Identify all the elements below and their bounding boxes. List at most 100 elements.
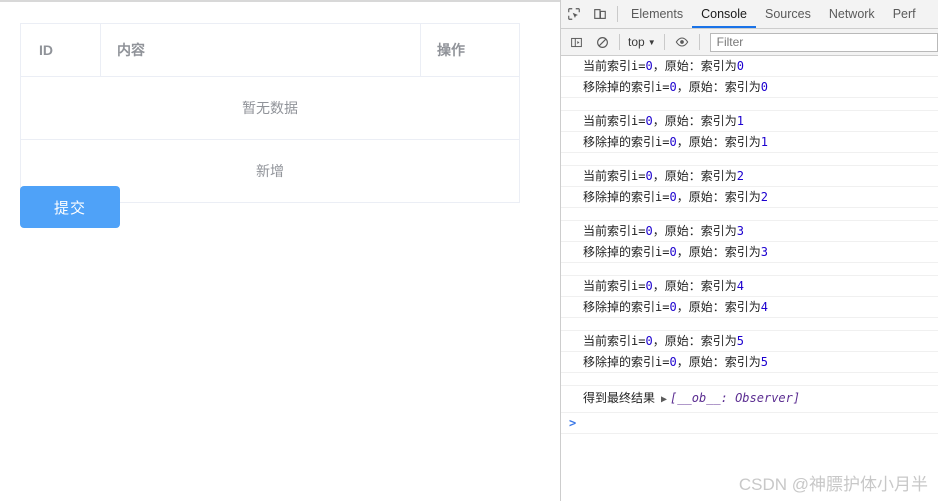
console-log-line: 当前索引i=0，原始：索引为1	[561, 111, 938, 132]
tab-console[interactable]: Console	[692, 0, 756, 28]
table-header-row: ID 内容 操作	[20, 23, 520, 77]
device-toolbar-icon[interactable]	[587, 1, 613, 27]
console-final-result-line: 得到最终结果 ▶ [__ob__: Observer]	[561, 386, 938, 413]
log-text: 移除掉的索引i=	[583, 300, 670, 314]
console-prompt-caret-icon: >	[569, 416, 577, 430]
log-text: ，原始：索引为	[676, 135, 761, 149]
console-log-spacer	[561, 208, 938, 221]
log-text: 当前索引i=	[583, 59, 646, 73]
console-log-line: 当前索引i=0，原始：索引为2	[561, 166, 938, 187]
tab-performance[interactable]: Perf	[884, 0, 925, 28]
log-index-value: 0	[645, 334, 653, 348]
log-text: 当前索引i=	[583, 169, 646, 183]
log-text: ，原始：索引为	[652, 59, 737, 73]
web-page-pane: ID 内容 操作 暂无数据 新增 提交	[0, 0, 560, 501]
log-text: ，原始：索引为	[676, 190, 761, 204]
log-origin-value: 5	[760, 355, 768, 369]
live-expression-eye-icon[interactable]	[669, 29, 695, 55]
log-origin-value: 2	[760, 190, 768, 204]
tab-network[interactable]: Network	[820, 0, 884, 28]
execution-context-label: top	[628, 35, 645, 49]
console-log-line: 移除掉的索引i=0，原始：索引为2	[561, 187, 938, 208]
toolbar-divider-3	[698, 34, 700, 50]
log-index-value: 0	[669, 355, 677, 369]
console-log-line: 移除掉的索引i=0，原始：索引为0	[561, 77, 938, 98]
log-index-value: 0	[669, 300, 677, 314]
toolbar-divider-2	[663, 34, 665, 50]
log-origin-value: 1	[736, 114, 744, 128]
devtools-tabbar: Elements Console Sources Network Perf	[561, 0, 938, 29]
console-log-line: 移除掉的索引i=0，原始：索引为5	[561, 352, 938, 373]
log-text: 移除掉的索引i=	[583, 190, 670, 204]
log-index-value: 0	[669, 80, 677, 94]
log-text: ，原始：索引为	[652, 169, 737, 183]
inspect-element-icon[interactable]	[561, 1, 587, 27]
console-log-spacer	[561, 263, 938, 276]
console-prompt-row[interactable]: >	[561, 413, 938, 434]
table-body: 暂无数据 新增	[20, 76, 520, 203]
log-text: 移除掉的索引i=	[583, 80, 670, 94]
console-toolbar: top ▼	[561, 29, 938, 56]
log-text: 当前索引i=	[583, 279, 646, 293]
tabbar-divider	[617, 6, 618, 22]
console-log-line: 当前索引i=0，原始：索引为3	[561, 221, 938, 242]
console-log-line: 当前索引i=0，原始：索引为5	[561, 331, 938, 352]
log-origin-value: 1	[760, 135, 768, 149]
log-text: ，原始：索引为	[676, 80, 761, 94]
console-sidebar-icon[interactable]	[563, 29, 589, 55]
console-log-spacer	[561, 153, 938, 166]
filter-input[interactable]	[709, 32, 938, 52]
log-text: 移除掉的索引i=	[583, 245, 670, 259]
log-origin-value: 4	[760, 300, 768, 314]
column-header-action: 操作	[420, 23, 520, 77]
submit-button[interactable]: 提交	[20, 186, 120, 228]
toolbar-divider-1	[619, 34, 620, 50]
disclosure-triangle-icon[interactable]: ▶	[661, 394, 667, 405]
log-text: ，原始：索引为	[676, 300, 761, 314]
log-text: ，原始：索引为	[652, 334, 737, 348]
console-log-spacer	[561, 318, 938, 331]
log-index-value: 0	[669, 245, 677, 259]
column-header-id: ID	[20, 23, 101, 77]
console-log-line: 当前索引i=0，原始：索引为0	[561, 56, 938, 77]
log-origin-value: 0	[760, 80, 768, 94]
log-index-value: 0	[645, 114, 653, 128]
console-log-spacer	[561, 98, 938, 111]
log-text: 移除掉的索引i=	[583, 135, 670, 149]
log-text: 当前索引i=	[583, 334, 646, 348]
log-text: 当前索引i=	[583, 114, 646, 128]
console-log-line: 移除掉的索引i=0，原始：索引为4	[561, 297, 938, 318]
log-index-value: 0	[669, 190, 677, 204]
table-head: ID 内容 操作	[20, 23, 520, 77]
log-text: 移除掉的索引i=	[583, 355, 670, 369]
log-origin-value: 3	[736, 224, 744, 238]
observer-object-ref[interactable]: [__ob__: Observer]	[670, 391, 800, 405]
console-log-line: 移除掉的索引i=0，原始：索引为1	[561, 132, 938, 153]
console-log-line: 移除掉的索引i=0，原始：索引为3	[561, 242, 938, 263]
log-text: ，原始：索引为	[652, 224, 737, 238]
records-table: ID 内容 操作 暂无数据 新增	[20, 23, 520, 203]
final-result-label: 得到最终结果	[583, 391, 656, 405]
log-index-value: 0	[645, 224, 653, 238]
execution-context-selector[interactable]: top ▼	[624, 35, 660, 49]
console-output[interactable]: 当前索引i=0，原始：索引为0 移除掉的索引i=0，原始：索引为0 当前索引i=0，…	[561, 56, 938, 501]
tab-sources[interactable]: Sources	[756, 0, 820, 28]
tab-elements[interactable]: Elements	[622, 0, 692, 28]
log-origin-value: 3	[760, 245, 768, 259]
empty-placeholder: 暂无数据	[20, 76, 520, 140]
column-header-content: 内容	[100, 23, 421, 77]
log-text: ，原始：索引为	[652, 114, 737, 128]
console-log-line: 当前索引i=0，原始：索引为4	[561, 276, 938, 297]
clear-console-icon[interactable]	[589, 29, 615, 55]
log-text: ，原始：索引为	[652, 279, 737, 293]
log-origin-value: 2	[736, 169, 744, 183]
log-origin-value: 5	[736, 334, 744, 348]
log-index-value: 0	[645, 279, 653, 293]
log-index-value: 0	[645, 59, 653, 73]
log-text: ，原始：索引为	[676, 355, 761, 369]
devtools-panel: Elements Console Sources Network Perf to…	[560, 0, 938, 501]
screenshot-root: ID 内容 操作 暂无数据 新增 提交 Elements Console Sou…	[0, 0, 938, 501]
log-origin-value: 0	[736, 59, 744, 73]
empty-row: 暂无数据	[20, 76, 520, 140]
chevron-down-icon: ▼	[647, 37, 656, 47]
